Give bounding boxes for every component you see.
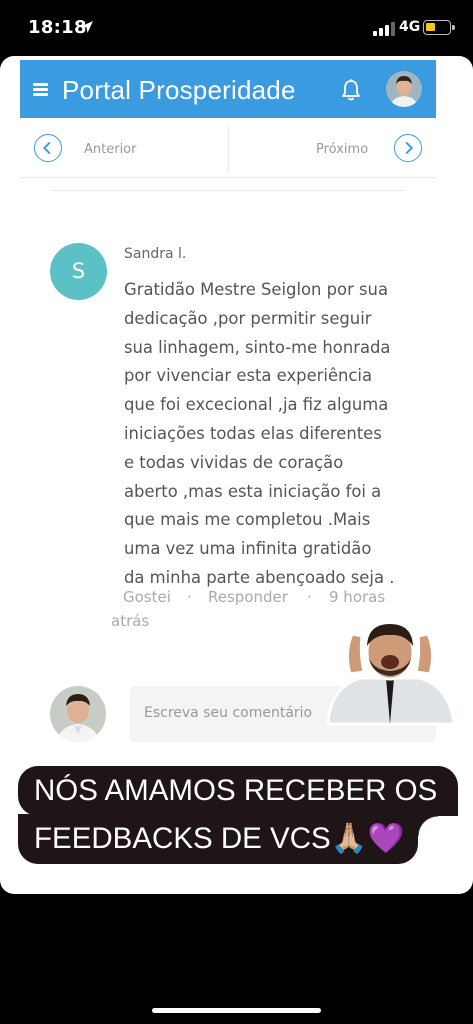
separator-dot: · [187, 588, 192, 606]
caption-line: FEEDBACKS DE VCS🙏🏼💜 [18, 814, 418, 864]
separator-dot: · [307, 588, 312, 606]
prev-link[interactable]: Anterior [84, 142, 136, 157]
story-caption: NÓS AMAMOS RECEBER OS FEEDBACKS DE VCS🙏🏼… [18, 766, 458, 864]
comment-line: por vivenciar esta experiência [124, 366, 373, 386]
chevron-right-icon[interactable] [394, 134, 422, 162]
app-header: Portal Prosperidade [20, 60, 436, 118]
nav-divider [228, 126, 229, 172]
battery-icon [423, 20, 455, 35]
clapping-man-sticker-icon [326, 623, 456, 726]
status-time: 18:18 [28, 17, 87, 38]
reply-user-avatar [50, 686, 106, 742]
chevron-left-icon[interactable] [34, 134, 62, 162]
profile-avatar[interactable] [386, 71, 422, 107]
story-card: Portal Prosperidade Anterior Próximo S S… [0, 56, 473, 894]
comment-line: que foi excecional ,ja fiz alguma [124, 395, 389, 415]
comment-timestamp: 9 horas [329, 588, 386, 606]
status-bar: 18:18 4G [0, 0, 473, 56]
comment-line: uma vez uma infinita gratidão [124, 539, 372, 559]
comment-line: dedicação ,por permitir seguir [124, 308, 372, 328]
network-type: 4G [399, 19, 421, 35]
comment-line: sua linhagem, sinto-me honrada [124, 337, 391, 357]
app-title: Portal Prosperidade [62, 75, 296, 105]
comment-body: Gratidão Mestre Seiglon por sua dedicaçã… [124, 276, 424, 593]
divider [50, 190, 406, 191]
reply-link[interactable]: Responder [208, 588, 288, 606]
comment-author: Sandra l. [124, 246, 187, 262]
post-navigation: Anterior Próximo [20, 118, 436, 178]
comment-line: e todas vividas de coração [124, 452, 344, 472]
comment-line: que mais me completou .Mais [124, 510, 371, 530]
next-link[interactable]: Próximo [316, 142, 368, 157]
comment-input-placeholder: Escreva seu comentário [144, 705, 313, 721]
like-link[interactable]: Gostei [123, 588, 171, 606]
commenter-avatar: S [50, 243, 107, 300]
comment-line: Gratidão Mestre Seiglon por sua [124, 280, 388, 299]
comment-line: iniciações todas elas diferentes [124, 423, 382, 443]
home-indicator[interactable] [152, 1008, 321, 1013]
menu-icon[interactable] [33, 83, 48, 96]
bell-icon[interactable] [340, 78, 362, 102]
comment-timestamp-cont: atrás [111, 612, 150, 630]
caption-line: NÓS AMAMOS RECEBER OS [18, 766, 458, 836]
location-arrow-icon [81, 21, 93, 33]
signal-icon [373, 22, 395, 36]
comment-line: aberto ,mas esta iniciação foi a [124, 481, 382, 501]
